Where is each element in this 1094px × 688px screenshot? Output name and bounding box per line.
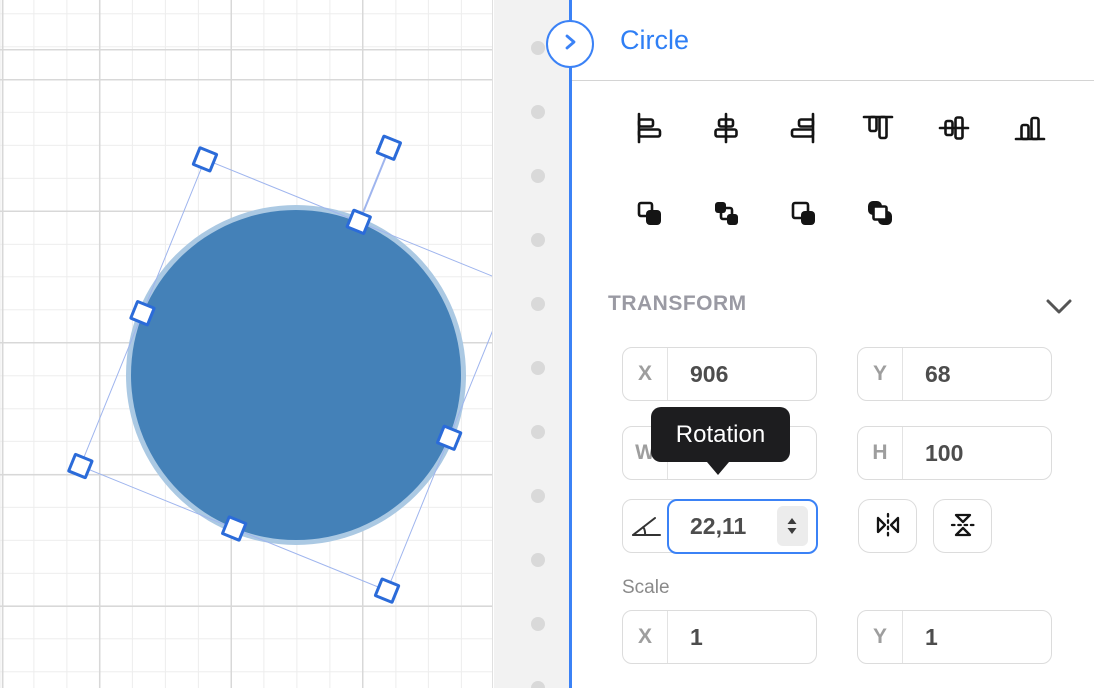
bring-to-front-button[interactable] xyxy=(786,197,820,231)
guide-dot xyxy=(531,617,545,631)
align-right-button[interactable] xyxy=(785,112,819,146)
collapse-panel-button[interactable] xyxy=(546,20,594,68)
resize-handle-bottom-middle[interactable] xyxy=(220,515,247,542)
rotation-tooltip: Rotation xyxy=(651,407,790,462)
guide-dot xyxy=(531,425,545,439)
y-field-label: Y xyxy=(858,348,903,400)
send-to-back-button[interactable] xyxy=(863,197,897,231)
flip-horizontal-icon xyxy=(873,510,903,543)
title-divider xyxy=(572,80,1094,81)
height-field-value[interactable]: 100 xyxy=(903,427,1051,479)
scale-y-label: Y xyxy=(858,611,903,663)
send-backward-icon xyxy=(709,196,743,233)
guide-dots xyxy=(494,0,569,688)
app-window: Circle xyxy=(0,0,1094,688)
layer-toolbar xyxy=(632,197,897,231)
guide-dot xyxy=(531,169,545,183)
guide-dot xyxy=(531,489,545,503)
rotation-field[interactable]: 22,11 xyxy=(622,499,817,553)
resize-handle-middle-right[interactable] xyxy=(435,424,462,451)
bring-forward-icon xyxy=(632,196,666,233)
guide-dot xyxy=(531,681,545,688)
scale-x-label: X xyxy=(623,611,668,663)
properties-panel: Circle xyxy=(572,0,1094,688)
send-backward-button[interactable] xyxy=(709,197,743,231)
rotation-tooltip-text: Rotation xyxy=(676,421,765,449)
resize-handle-bottom-right[interactable] xyxy=(373,577,400,604)
flip-horizontal-button[interactable] xyxy=(858,499,917,553)
scale-y-field[interactable]: Y 1 xyxy=(857,610,1052,664)
resize-handle-top-left[interactable] xyxy=(191,146,218,173)
rotation-input[interactable]: 22,11 xyxy=(667,499,818,554)
resize-handle-top-middle[interactable] xyxy=(345,208,372,235)
align-center-horizontal-button[interactable] xyxy=(709,112,743,146)
resize-handle-middle-left[interactable] xyxy=(129,299,156,326)
x-position-field[interactable]: X 906 xyxy=(622,347,817,401)
drawing-canvas[interactable] xyxy=(0,0,493,688)
align-left-icon xyxy=(633,111,667,148)
align-top-icon xyxy=(861,111,895,148)
align-middle-vertical-icon xyxy=(937,111,971,148)
bring-to-front-icon xyxy=(786,196,820,233)
scale-x-field[interactable]: X 1 xyxy=(622,610,817,664)
height-field-label: H xyxy=(858,427,903,479)
align-bottom-button[interactable] xyxy=(1013,112,1047,146)
y-field-value[interactable]: 68 xyxy=(903,348,1051,400)
align-toolbar xyxy=(633,112,1047,146)
height-field[interactable]: H 100 xyxy=(857,426,1052,480)
align-left-button[interactable] xyxy=(633,112,667,146)
rotation-value[interactable]: 22,11 xyxy=(690,513,746,540)
guide-dot xyxy=(531,105,545,119)
flip-vertical-button[interactable] xyxy=(933,499,992,553)
x-field-label: X xyxy=(623,348,668,400)
align-center-horizontal-icon xyxy=(709,111,743,148)
resize-handle-bottom-left[interactable] xyxy=(67,452,94,479)
x-field-value[interactable]: 906 xyxy=(668,348,816,400)
transform-section-header: TRANSFORM xyxy=(608,292,747,316)
align-right-icon xyxy=(785,111,819,148)
selection-box xyxy=(80,159,493,592)
chevron-right-icon xyxy=(558,30,582,59)
guide-dot xyxy=(531,361,545,375)
stepper-up-down-icon[interactable] xyxy=(777,506,808,546)
flip-vertical-icon xyxy=(948,510,978,543)
page-title: Circle xyxy=(620,25,689,56)
align-middle-vertical-button[interactable] xyxy=(937,112,971,146)
guide-dot xyxy=(531,297,545,311)
send-to-back-icon xyxy=(863,196,897,233)
guide-dot xyxy=(531,41,545,55)
scale-x-value[interactable]: 1 xyxy=(668,611,816,663)
guide-dot xyxy=(531,233,545,247)
align-bottom-icon xyxy=(1013,111,1047,148)
align-top-button[interactable] xyxy=(861,112,895,146)
guide-dot xyxy=(531,553,545,567)
rotation-handle[interactable] xyxy=(375,134,402,161)
bring-forward-button[interactable] xyxy=(632,197,666,231)
y-position-field[interactable]: Y 68 xyxy=(857,347,1052,401)
scale-section-label: Scale xyxy=(622,577,670,599)
angle-icon xyxy=(623,500,669,552)
scale-y-value[interactable]: 1 xyxy=(903,611,1051,663)
chevron-down-icon[interactable] xyxy=(1046,299,1072,320)
